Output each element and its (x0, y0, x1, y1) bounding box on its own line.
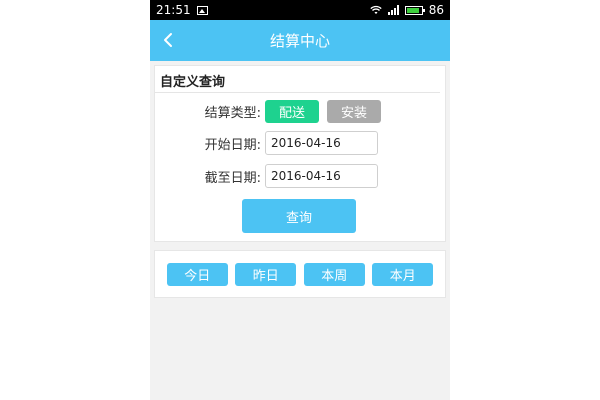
settlement-type-label: 结算类型: (204, 106, 261, 121)
end-date-label: 截至日期: (204, 170, 261, 186)
status-left: 21:51 (156, 3, 208, 17)
type-delivery-button[interactable]: 配送 (265, 100, 319, 123)
chevron-left-icon[interactable] (162, 32, 174, 48)
today-button[interactable]: 今日 (166, 262, 228, 286)
status-time: 21:51 (156, 3, 191, 17)
start-date-input[interactable]: 2016-04-16 (265, 131, 378, 155)
start-date-row: 开始日期: 2016-04-16 (191, 131, 378, 155)
status-bar: 21:51 86 (150, 0, 450, 20)
query-button[interactable]: 查询 (242, 199, 356, 233)
settlement-type-row: 结算类型: 配送 安装 (191, 100, 381, 123)
custom-query-panel: 自定义查询 结算类型: 配送 安装 开始日期: 2016-04-16 截至日期:… (154, 65, 446, 242)
status-right: 86 (370, 3, 444, 17)
phone-screen: 21:51 86 结算中心 自定义查询 结算类型: 配送 安装 开始日期: 20… (150, 0, 450, 400)
this-week-button[interactable]: 本周 (303, 262, 365, 286)
type-install-button[interactable]: 安装 (327, 100, 381, 123)
end-date-input[interactable]: 2016-04-16 (265, 164, 378, 188)
image-icon (196, 5, 208, 15)
title-bar: 结算中心 (150, 20, 450, 61)
start-date-label: 开始日期: (204, 137, 261, 153)
battery-level (406, 7, 419, 13)
wifi-icon (370, 5, 382, 14)
this-month-button[interactable]: 本月 (372, 262, 434, 286)
signal-icon (387, 5, 399, 15)
battery-percent: 86 (428, 3, 444, 17)
yesterday-button[interactable]: 昨日 (235, 262, 297, 286)
end-date-row: 截至日期: 2016-04-16 (191, 164, 378, 188)
panel-heading: 自定义查询 (155, 66, 440, 93)
battery-icon (404, 5, 425, 15)
page-title: 结算中心 (269, 32, 330, 50)
quick-range-panel: 今日 昨日 本周 本月 (154, 250, 446, 298)
